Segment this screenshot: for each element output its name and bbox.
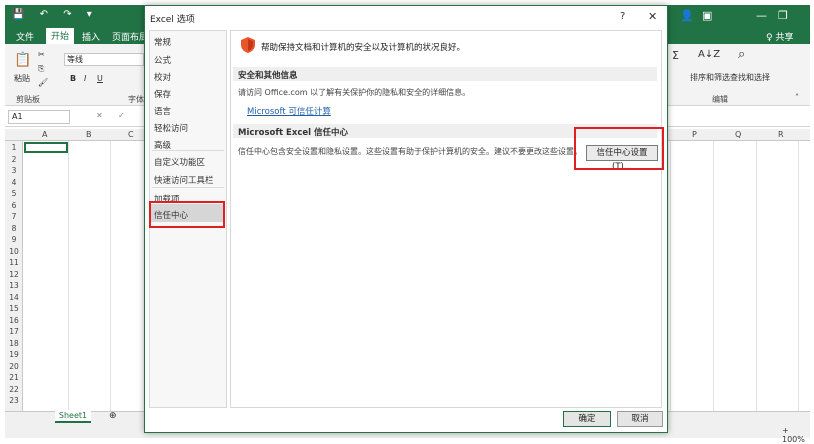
highlight-box-trust-center-nav (149, 201, 225, 228)
row-header[interactable]: 4 (8, 178, 20, 187)
nav-item[interactable]: 常规 (154, 36, 171, 48)
find-select-button[interactable]: 查找和选择 (730, 72, 770, 83)
row-header[interactable]: 21 (8, 373, 20, 382)
section-title-security: 安全和其他信息 (238, 71, 298, 81)
cancel-formula-icon[interactable]: ✕ (96, 111, 103, 120)
help-button[interactable]: ? (620, 11, 625, 22)
restore-icon[interactable]: ❐ (778, 9, 788, 22)
nav-item[interactable]: 自定义功能区 (154, 156, 205, 168)
underline-button[interactable]: U (97, 74, 103, 83)
row-header[interactable]: 23 (8, 396, 20, 405)
row-header[interactable]: 17 (8, 327, 20, 336)
nav-item[interactable]: 公式 (154, 54, 171, 66)
row-header[interactable]: 19 (8, 350, 20, 359)
paste-icon[interactable]: 📋 (14, 52, 31, 68)
column-header-b[interactable]: B (86, 130, 92, 139)
row-header[interactable]: 7 (8, 212, 20, 221)
find-icon[interactable]: ⌕ (738, 47, 745, 62)
sheet-tab-sheet1[interactable]: Sheet1 (55, 410, 91, 423)
row-header[interactable]: 3 (8, 166, 20, 175)
nav-item[interactable]: 保存 (154, 88, 171, 100)
tab-file[interactable]: 文件 (16, 30, 34, 43)
highlight-box-settings-button (574, 127, 664, 170)
tab-home[interactable]: 开始 (46, 28, 75, 44)
column-header-q[interactable]: Q (735, 130, 741, 139)
headline-text: 帮助保持文档和计算机的安全以及计算机的状况良好。 (261, 43, 466, 53)
ribbon-display-icon[interactable]: ▣ (702, 9, 712, 22)
row-header[interactable]: 5 (8, 189, 20, 198)
enter-formula-icon[interactable]: ✓ (118, 111, 125, 120)
group-font: 字体 (128, 95, 144, 104)
nav-item[interactable]: 高级 (154, 139, 171, 151)
row-header[interactable]: 14 (8, 293, 20, 302)
row-header[interactable]: 9 (8, 235, 20, 244)
add-sheet-icon[interactable]: ⊕ (109, 411, 117, 421)
collapse-ribbon-icon[interactable]: ˄ (795, 93, 799, 102)
share-button[interactable]: ♀ 共享 (766, 30, 793, 43)
row-header[interactable]: 6 (8, 201, 20, 210)
column-header-c[interactable]: C (128, 130, 134, 139)
name-box[interactable]: A1 (8, 110, 70, 124)
section-title-trust-center: Microsoft Excel 信任中心 (238, 128, 349, 138)
close-icon[interactable]: ✕ (648, 10, 657, 23)
column-header-p[interactable]: P (692, 130, 697, 139)
row-header[interactable]: 16 (8, 316, 20, 325)
row-header[interactable]: 8 (8, 224, 20, 233)
row-header[interactable]: 12 (8, 270, 20, 279)
cancel-button[interactable]: 取消 (617, 411, 663, 427)
ok-button[interactable]: 确定 (563, 411, 611, 427)
trustworthy-computing-link[interactable]: Microsoft 可信任计算 (247, 105, 331, 117)
copy-icon[interactable]: ⎘ (38, 64, 44, 74)
zoom-level[interactable]: + 100% (782, 426, 814, 444)
nav-item[interactable]: 轻松访问 (154, 122, 188, 134)
paste-label[interactable]: 粘贴 (14, 73, 30, 84)
row-header[interactable]: 15 (8, 304, 20, 313)
format-painter-icon[interactable]: 🖌 (38, 78, 48, 87)
shield-icon (241, 37, 255, 53)
row-header[interactable]: 11 (8, 258, 20, 267)
nav-item[interactable]: 快速访问工具栏 (154, 174, 214, 186)
row-header[interactable]: 1 (8, 143, 20, 152)
tab-page-layout[interactable]: 页面布局 (112, 30, 148, 43)
nav-item[interactable]: 语言 (154, 105, 171, 117)
sort-filter-button[interactable]: 排序和筛选 (690, 72, 730, 83)
row-header[interactable]: 10 (8, 247, 20, 256)
font-name-select[interactable]: 等线 (64, 53, 144, 66)
column-header-a[interactable]: A (42, 130, 47, 139)
row-header[interactable]: 20 (8, 362, 20, 371)
active-cell-a1[interactable] (24, 142, 68, 153)
section-body-security: 请访问 Office.com 以了解有关保护你的隐私和安全的详细信息。 (238, 88, 471, 97)
row-header[interactable]: 18 (8, 339, 20, 348)
account-icon[interactable]: 👤 (680, 9, 694, 22)
group-clipboard: 剪贴板 (16, 95, 40, 104)
column-header-r[interactable]: R (778, 130, 784, 139)
tab-insert[interactable]: 插入 (82, 30, 100, 43)
sort-filter-icon[interactable]: A↓Z (698, 49, 720, 60)
group-editing: 编辑 (712, 95, 728, 104)
window-controls: 👤 ▣ — ❐ (668, 5, 810, 27)
quick-access-toolbar[interactable]: 💾 ↶ ↷ ▾ (12, 9, 98, 20)
italic-button[interactable]: I (84, 74, 86, 83)
row-header[interactable]: 13 (8, 281, 20, 290)
cut-icon[interactable]: ✂ (38, 50, 45, 59)
nav-item[interactable]: 校对 (154, 71, 171, 83)
minimize-icon[interactable]: — (756, 9, 767, 22)
bold-button[interactable]: B (70, 74, 76, 83)
autosum-icon[interactable]: Σ (672, 49, 679, 62)
row-header[interactable]: 22 (8, 385, 20, 394)
row-header[interactable]: 2 (8, 155, 20, 164)
dialog-title: Excel 选项 (150, 15, 195, 25)
section-body-trust-center: 信任中心包含安全设置和隐私设置。这些设置有助于保护计算机的安全。建议不要更改这些… (238, 147, 582, 156)
